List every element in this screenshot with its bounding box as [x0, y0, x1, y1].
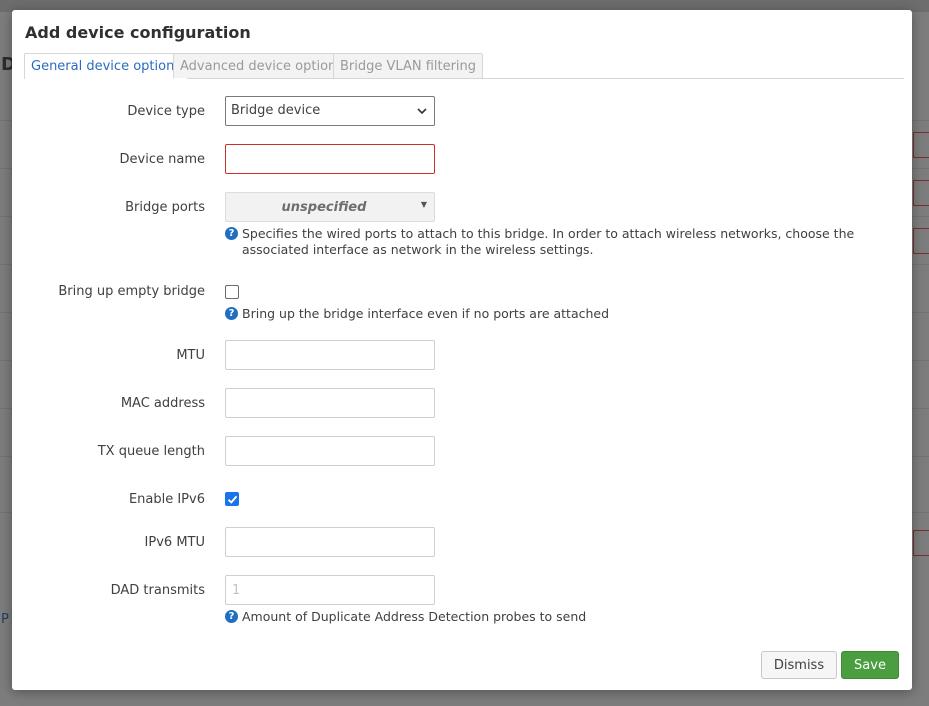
- tab-general-device-options[interactable]: General device options: [24, 53, 189, 79]
- help-icon: ?: [225, 227, 238, 240]
- bring-up-empty-bridge-help-text: Bring up the bridge interface even if no…: [242, 306, 610, 321]
- background-button: [913, 132, 929, 158]
- bring-up-empty-bridge-help: ? Bring up the bridge interface even if …: [225, 306, 885, 322]
- device-name-label: Device name: [119, 152, 205, 167]
- background-button: [913, 180, 929, 206]
- add-device-dialog: Add device configuration General device …: [12, 10, 912, 690]
- bridge-ports-value: unspecified: [281, 200, 367, 215]
- tab-advanced-device-options[interactable]: Advanced device options: [173, 53, 351, 78]
- mac-address-input[interactable]: [225, 388, 435, 418]
- help-icon: ?: [225, 307, 238, 320]
- device-type-label: Device type: [127, 104, 205, 119]
- bridge-ports-dropdown[interactable]: unspecified ▼: [225, 192, 435, 222]
- dad-transmits-help-text: Amount of Duplicate Address Detection pr…: [242, 609, 587, 624]
- dialog-title: Add device configuration: [25, 23, 251, 42]
- dismiss-button[interactable]: Dismiss: [761, 651, 837, 679]
- caret-down-icon: ▼: [420, 200, 427, 209]
- bridge-ports-help-text: Specifies the wired ports to attach to t…: [242, 226, 855, 257]
- background-button: [913, 228, 929, 254]
- checkmark-icon: [227, 495, 238, 504]
- ipv6-mtu-input[interactable]: [225, 527, 435, 557]
- dad-transmits-help: ? Amount of Duplicate Address Detection …: [225, 609, 885, 625]
- bring-up-empty-bridge-label: Bring up empty bridge: [58, 284, 205, 299]
- mtu-input[interactable]: [225, 340, 435, 370]
- tab-bar: General device options Advanced device o…: [24, 53, 904, 79]
- mac-address-label: MAC address: [120, 396, 205, 411]
- background-button: [913, 530, 929, 556]
- bridge-ports-help: ? Specifies the wired ports to attach to…: [225, 226, 885, 258]
- chevron-down-icon: [417, 108, 427, 115]
- enable-ipv6-checkbox[interactable]: [225, 492, 239, 506]
- enable-ipv6-label: Enable IPv6: [128, 492, 205, 507]
- mtu-label: MTU: [176, 348, 205, 363]
- bring-up-empty-bridge-checkbox[interactable]: [225, 285, 239, 299]
- dad-transmits-label: DAD transmits: [110, 583, 205, 598]
- dad-transmits-input[interactable]: [225, 575, 435, 605]
- help-icon: ?: [225, 610, 238, 623]
- bridge-ports-label: Bridge ports: [125, 200, 205, 215]
- tx-queue-length-input[interactable]: [225, 436, 435, 466]
- tab-bridge-vlan-filtering[interactable]: Bridge VLAN filtering: [333, 53, 484, 78]
- ipv6-mtu-label: IPv6 MTU: [144, 535, 205, 550]
- device-name-input[interactable]: [225, 144, 435, 174]
- tx-queue-length-label: TX queue length: [97, 444, 205, 459]
- device-type-value: Bridge device: [231, 103, 321, 118]
- device-type-select[interactable]: Bridge device: [225, 96, 435, 126]
- save-button[interactable]: Save: [841, 651, 899, 679]
- background-link: P: [1, 612, 9, 627]
